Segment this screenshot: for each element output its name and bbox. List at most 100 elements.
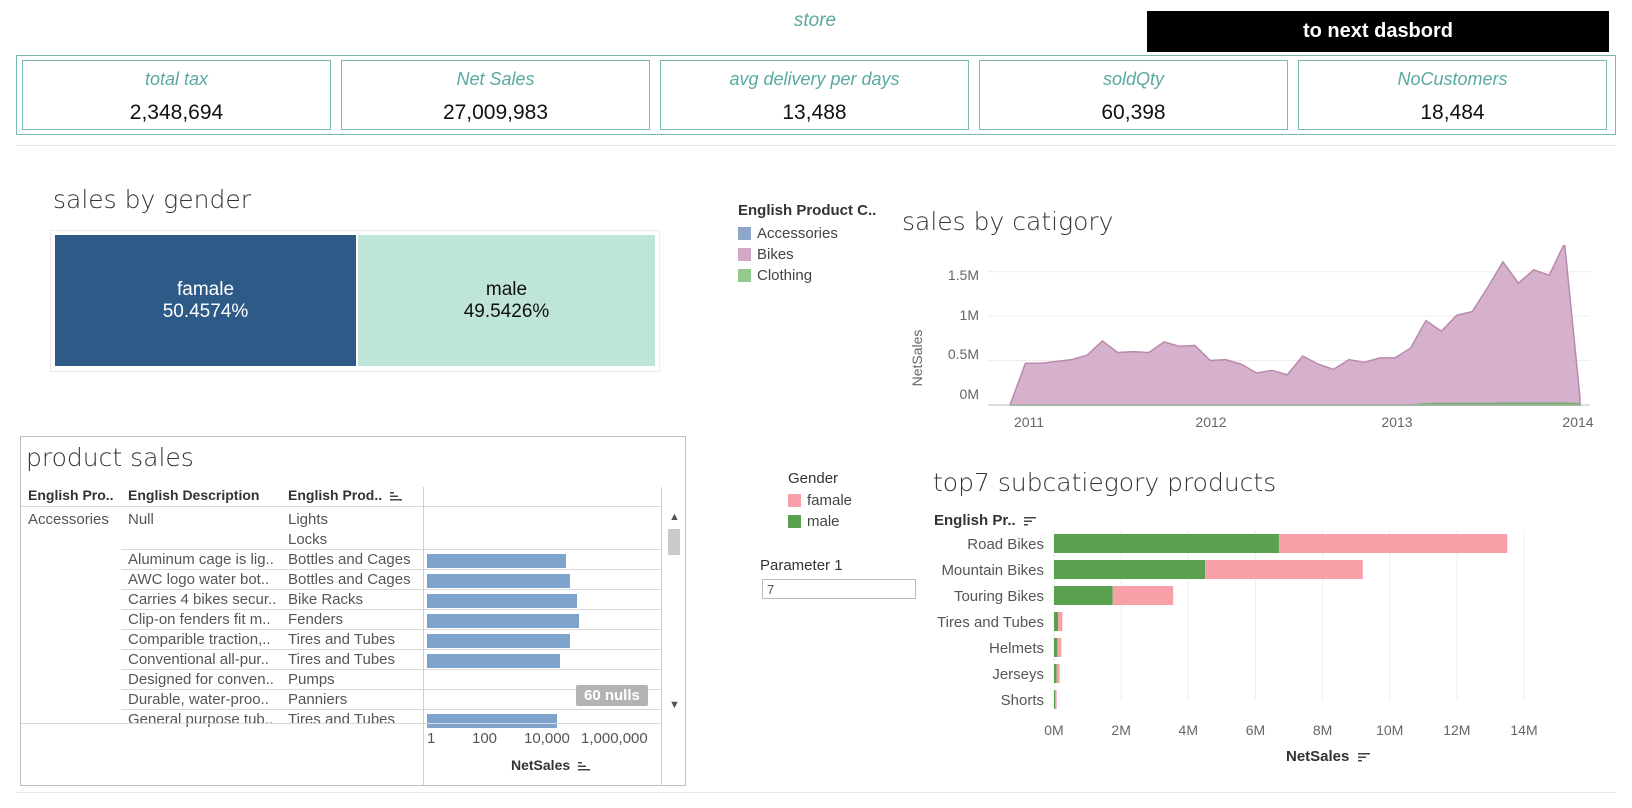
bar-male[interactable] [1054,586,1113,605]
scrollbar-thumb[interactable] [668,529,680,555]
scrollbar[interactable]: ▲ ▼ [665,507,683,717]
legend-item-bikes[interactable]: Bikes [738,244,876,265]
legend-swatch [738,269,751,282]
scroll-down-icon[interactable]: ▼ [669,699,680,711]
description-cell: Durable, water-proo.. [128,691,269,708]
legend-label: famale [807,492,853,509]
bar-male[interactable] [1054,534,1279,553]
bar-famale[interactable] [1057,638,1062,657]
category-legend-title: English Product C.. [738,202,877,219]
legend-item-clothing[interactable]: Clothing [738,265,876,286]
product-bar[interactable] [427,614,580,628]
bar-male[interactable] [1054,638,1058,657]
kpi-value: 2,348,694 [129,101,224,124]
description-cell: General purpose tub.. [128,711,274,728]
product-bar[interactable] [427,594,578,608]
bar-famale[interactable] [1205,560,1363,579]
bar-male[interactable] [1054,560,1206,579]
legend-item-male[interactable]: male [788,511,852,532]
kpi-no-customers: NoCustomers 18,484 [1298,60,1607,130]
x-tick-label: 8M [1313,722,1332,738]
bar-male[interactable] [1054,690,1056,709]
kpi-avg-delivery: avg delivery per days 13,488 [660,60,969,130]
bar-famale[interactable] [1056,664,1060,683]
parameter-label: Parameter 1 [760,557,843,574]
product-bar[interactable] [427,574,570,588]
bar-famale[interactable] [1055,690,1057,709]
gender-cell-label: famale [176,278,235,300]
category-label: Jerseys [992,666,1044,683]
x-tick-label: 2012 [1195,414,1226,430]
row-divider [121,549,661,550]
area-series-bikes[interactable] [1008,245,1581,406]
subcategory-cell: Pumps [288,671,335,688]
y-tick-label: 1M [960,307,979,323]
product-x-axis-label: NetSales [511,757,591,773]
footer-divider [21,723,661,724]
top7-gridlines [1053,530,1525,700]
kpi-label: avg delivery per days [729,69,900,89]
bar-famale[interactable] [1112,586,1174,605]
bottom-divider [16,792,1616,793]
x-tick-label: 12M [1443,722,1470,738]
x-tick-label: 2M [1111,722,1130,738]
sort-icon[interactable] [578,761,591,771]
category-label: Shorts [1001,692,1044,709]
legend-item-accessories[interactable]: Accessories [738,223,876,244]
description-cell: Comparible traction,.. [128,631,271,648]
x-tick-label: 6M [1246,722,1265,738]
bar-male[interactable] [1054,664,1057,683]
category-cell: Accessories [28,511,109,528]
sort-icon[interactable] [390,491,403,501]
category-chart-title: sales by catigory [902,207,1114,236]
row-divider [121,669,661,670]
legend-item-famale[interactable]: famale [788,490,852,511]
sort-icon[interactable] [1357,752,1370,762]
dashboard-title: store [793,10,837,31]
row-divider [121,649,661,650]
category-label: Tires and Tubes [937,614,1044,631]
parameter-input[interactable] [762,579,916,599]
top7-bars: Road Bikes Mountain Bikes Touring Bikes Tir… [937,534,1508,709]
legend-swatch [738,227,751,240]
gender-panel-title: sales by gender [53,185,252,214]
gender-cell-male[interactable]: male 49.5426% [358,235,655,366]
gender-cell-pct: 49.5426% [463,300,550,322]
x-tick-label: 2013 [1381,414,1412,430]
column-header-subcategory[interactable]: English Prod.. [288,487,403,503]
gender-legend: Gender famale male [788,470,852,532]
row-divider [121,709,661,710]
scroll-up-icon[interactable]: ▲ [669,511,680,523]
product-bar[interactable] [427,554,567,568]
legend-label: Bikes [757,246,794,263]
axis-divider [423,487,424,785]
product-bar[interactable] [427,714,558,728]
top7-x-axis-label: NetSales [1286,748,1370,765]
product-bar[interactable] [427,654,560,668]
legend-swatch [738,248,751,261]
category-label: Mountain Bikes [941,562,1044,579]
bar-male[interactable] [1054,612,1059,631]
kpi-strip: total tax 2,348,694 Net Sales 27,009,983… [16,55,1616,135]
column-header-category[interactable]: English Pro.. [28,487,114,503]
y-tick-label: 1.5M [948,267,979,283]
header-divider [21,506,661,507]
description-cell: Null [128,511,154,528]
description-cell: Carries 4 bikes secur.. [128,591,277,608]
column-header-label: English Prod.. [288,487,383,503]
bar-famale[interactable] [1058,612,1063,631]
sort-icon[interactable] [1023,516,1036,526]
kpi-sold-qty: soldQty 60,398 [979,60,1288,130]
kpi-value: 27,009,983 [442,101,549,124]
column-header-description[interactable]: English Description [128,487,259,503]
x-tick-label: 10M [1376,722,1403,738]
kpi-total-tax: total tax 2,348,694 [22,60,331,130]
gender-cell-famale[interactable]: famale 50.4574% [55,235,356,366]
product-bar[interactable] [427,634,570,648]
legend-label: Accessories [757,225,838,242]
bar-famale[interactable] [1278,534,1508,553]
next-dashboard-button[interactable]: to next dasbord [1147,11,1609,52]
description-cell: Aluminum cage is lig.. [128,551,274,568]
nulls-badge[interactable]: 60 nulls [576,685,648,706]
top7-y-header: English Pr.. [934,512,1036,529]
